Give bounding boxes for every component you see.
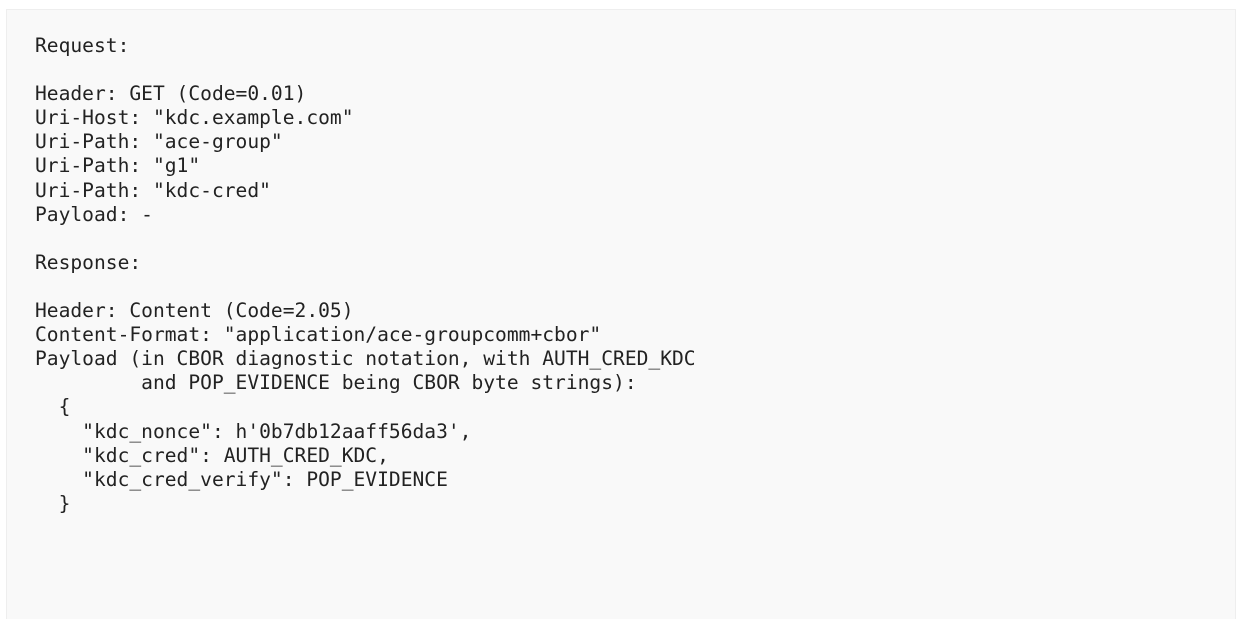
code-line-response-label: Response: [35,250,142,274]
code-block: Request: Header: GET (Code=0.01) Uri-Host:… [6,9,1236,619]
code-line-kdc-cred-verify: "kdc_cred_verify": POP_EVIDENCE [35,467,448,491]
code-line-request-payload: Payload: - [35,202,153,226]
code-line-uri-path-2: Uri-Path: "g1" [35,154,201,178]
code-line-response-payload: Payload (in CBOR diagnostic notation, wi… [35,347,696,371]
code-line-uri-path-1: Uri-Path: "ace-group" [35,130,283,154]
code-line-map-open: { [35,395,71,419]
code-line-kdc-nonce: "kdc_nonce": h'0b7db12aaff56da3', [35,419,472,443]
code-line-response-header: Header: Content (Code=2.05) [35,299,354,323]
code-text: Request: Header: GET (Code=0.01) Uri-Host:… [35,34,1207,516]
code-line-map-close: } [35,491,71,515]
code-line-request-header: Header: GET (Code=0.01) [35,82,307,106]
code-line-payload-continuation: and POP_EVIDENCE being CBOR byte strings… [35,371,637,395]
code-line-request-label: Request: [35,34,130,57]
code-line-uri-path-3: Uri-Path: "kdc-cred" [35,178,271,202]
code-line-uri-host: Uri-Host: "kdc.example.com" [35,106,354,130]
code-line-kdc-cred: "kdc_cred": AUTH_CRED_KDC, [35,443,389,467]
code-line-content-format: Content-Format: "application/ace-groupco… [35,323,602,347]
